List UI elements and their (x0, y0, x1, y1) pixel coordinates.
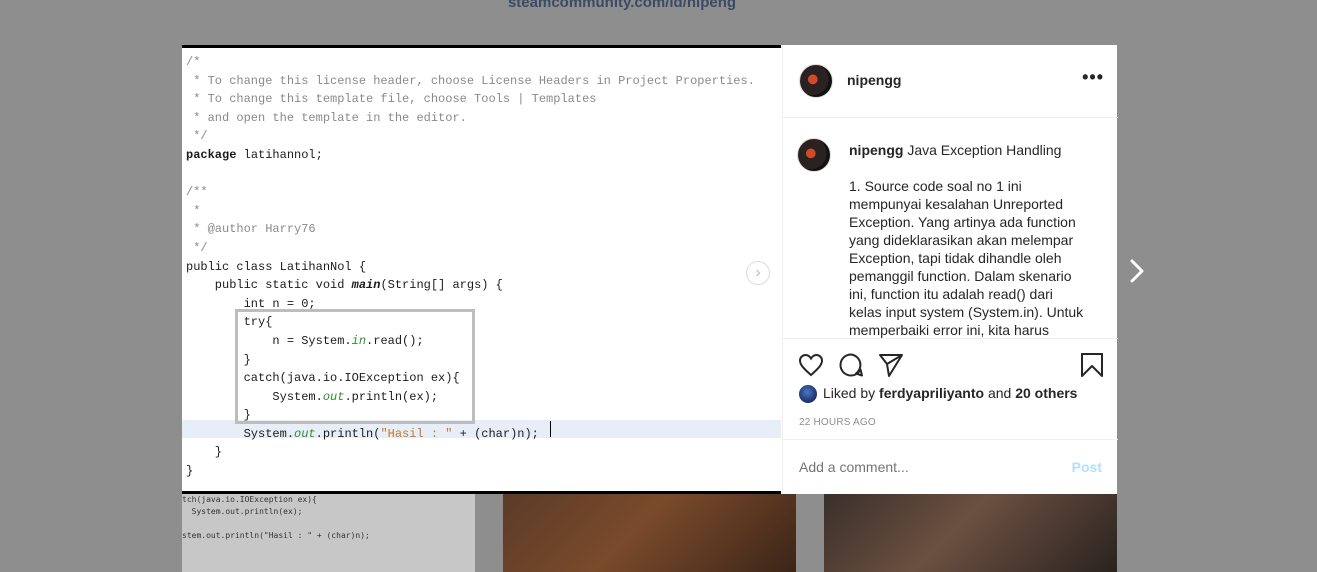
caption-heading: Java Exception Handling (907, 142, 1062, 158)
chevron-right-icon (1130, 259, 1144, 283)
post-image: /* * To change this license header, choo… (182, 45, 781, 494)
post-comment-button[interactable]: Post (1072, 459, 1102, 475)
comment-bubble-icon[interactable] (837, 351, 865, 379)
text-cursor (550, 421, 551, 437)
post-modal: /* * To change this license header, choo… (182, 45, 1118, 495)
liked-others-link[interactable]: 20 others (1015, 385, 1077, 401)
paper-plane-icon[interactable] (877, 351, 905, 379)
bookmark-icon[interactable] (1078, 351, 1106, 379)
grid-thumbnail-code[interactable]: tch(java.io.IOException ex){ System.out.… (182, 494, 475, 572)
caption-username[interactable]: nipengg (849, 142, 903, 158)
likes-summary: Liked by ferdyapriliyanto and 20 others (799, 385, 1077, 404)
liked-by-label: Liked by (823, 385, 876, 401)
code-listing: /* * To change this license header, choo… (186, 55, 755, 479)
more-horizontal-icon[interactable]: ••• (1082, 67, 1104, 88)
post-header: nipengg ••• (783, 45, 1118, 118)
post-timestamp[interactable]: 22 HOURS AGO (799, 417, 876, 428)
heart-icon[interactable] (797, 351, 825, 379)
thumbnail-code-text: tch(java.io.IOException ex){ System.out.… (182, 495, 370, 540)
grid-thumbnail-photo[interactable] (503, 494, 796, 572)
action-bar (783, 338, 1118, 389)
liked-and-label: and (987, 385, 1012, 401)
post-sidebar: nipengg ••• nipengg Java Exception Handl… (782, 45, 1118, 495)
caption-title: nipengg Java Exception Handling (849, 142, 1061, 158)
liker-avatar[interactable] (799, 385, 817, 404)
avatar[interactable] (797, 138, 831, 172)
avatar[interactable] (799, 64, 833, 98)
profile-link[interactable]: steamcommunity.com/id/nipeng (0, 0, 1244, 11)
comment-form: Post (783, 439, 1118, 495)
chevron-right-icon: › (755, 264, 761, 281)
caption-body: 1. Source code soal no 1 ini mempunyai k… (849, 178, 1084, 338)
liker-username[interactable]: ferdyapriliyanto (879, 385, 984, 401)
next-image-button[interactable]: › (746, 261, 770, 285)
next-post-button[interactable] (1128, 258, 1148, 284)
grid-thumbnail-photo[interactable] (824, 494, 1117, 572)
caption: nipengg Java Exception Handling 1. Sourc… (783, 118, 1118, 338)
header-username[interactable]: nipengg (847, 72, 901, 88)
comment-input[interactable] (799, 459, 1039, 475)
